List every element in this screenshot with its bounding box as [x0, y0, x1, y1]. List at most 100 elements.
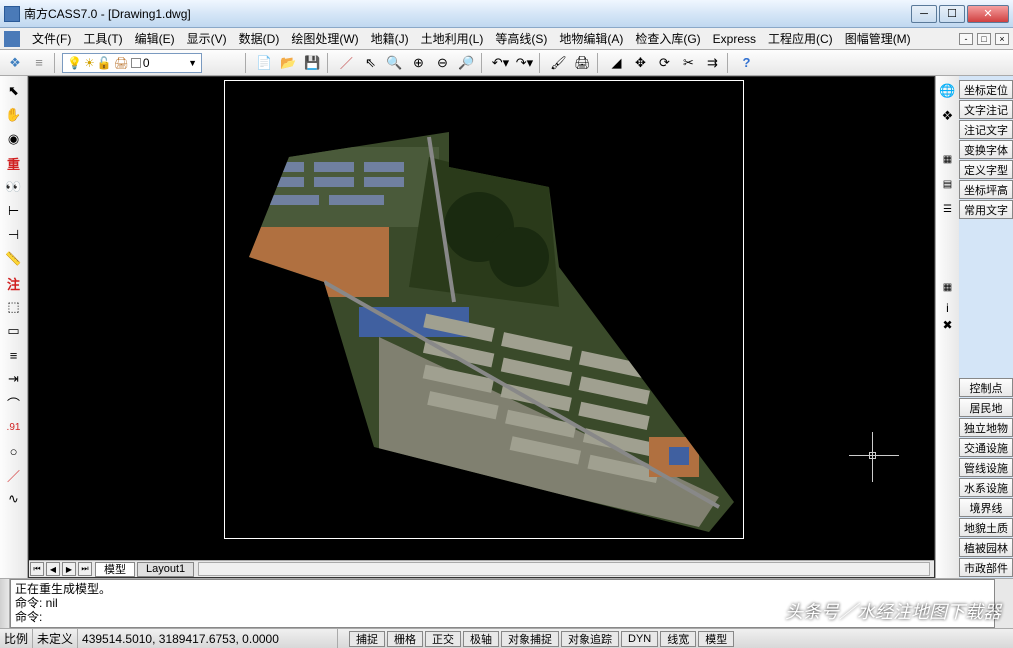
snap-end-icon[interactable]: ⊣ — [3, 224, 25, 246]
menu-engineering[interactable]: 工程应用(C) — [762, 28, 839, 49]
line-icon[interactable]: ／ — [335, 52, 357, 74]
h-scrollbar[interactable] — [198, 562, 930, 576]
layers-icon[interactable]: ❖ — [4, 52, 26, 74]
info-icon[interactable]: i — [946, 301, 949, 315]
pan-icon[interactable]: ✋ — [3, 104, 25, 126]
tab-first[interactable]: ⏮ — [30, 562, 44, 576]
status-dyn[interactable]: DYN — [621, 631, 658, 647]
layers2-icon[interactable]: ❖ — [937, 105, 959, 127]
panel-municipal[interactable]: 市政部件 — [959, 558, 1013, 577]
snap-mid-icon[interactable]: ⊢ — [3, 200, 25, 222]
print-icon[interactable]: 🖨 — [571, 52, 593, 74]
menu-draw[interactable]: 绘图处理(W) — [285, 28, 364, 49]
mdi-close[interactable]: × — [995, 33, 1009, 45]
pointer-icon[interactable]: ⬉ — [3, 80, 25, 102]
menu-feature-edit[interactable]: 地物编辑(A) — [553, 28, 629, 49]
status-model[interactable]: 模型 — [698, 631, 734, 647]
new-icon[interactable]: 📄 — [253, 52, 275, 74]
status-osnap[interactable]: 对象捕捉 — [501, 631, 559, 647]
close-button[interactable]: ✕ — [967, 5, 1009, 23]
drawing-canvas[interactable]: ⏮ ◀ ▶ ⏭ 模型 Layout1 — [28, 76, 935, 578]
menu-data[interactable]: 数据(D) — [233, 28, 286, 49]
spline-icon[interactable]: ∿ — [3, 488, 25, 510]
panel-boundary[interactable]: 境界线 — [959, 498, 1013, 517]
status-lwt[interactable]: 线宽 — [660, 631, 696, 647]
panel-common-text[interactable]: 常用文字 — [959, 200, 1013, 219]
trim-icon[interactable]: ✂ — [677, 52, 699, 74]
palette-icon[interactable]: ▦ — [937, 148, 959, 170]
panel-coord-elev[interactable]: 坐标坪高 — [959, 180, 1013, 199]
panel-annot-text[interactable]: 注记文字 — [959, 120, 1013, 139]
menu-express[interactable]: Express — [707, 30, 762, 48]
orbit-icon[interactable]: ◉ — [3, 128, 25, 150]
status-grid[interactable]: 栅格 — [387, 631, 423, 647]
panel-vegetation[interactable]: 植被园林 — [959, 538, 1013, 557]
open-icon[interactable]: 📂 — [277, 52, 299, 74]
lineweight-icon[interactable]: ☰ — [937, 198, 959, 220]
panel-define-font[interactable]: 定义字型 — [959, 160, 1013, 179]
cmd-scrollbar[interactable] — [995, 579, 1013, 628]
panel-coord-locate[interactable]: 坐标定位 — [959, 80, 1013, 99]
menu-check[interactable]: 检查入库(G) — [629, 28, 706, 49]
layer-dropdown[interactable]: 💡 ☀ 🔓 🖨 0 ▼ — [62, 53, 202, 73]
menu-contour[interactable]: 等高线(S) — [489, 28, 553, 49]
panel-traffic[interactable]: 交通设施 — [959, 438, 1013, 457]
tab-layout1[interactable]: Layout1 — [137, 562, 194, 577]
measure-icon[interactable]: 📏 — [3, 248, 25, 270]
tab-model[interactable]: 模型 — [95, 562, 135, 577]
panel-residential[interactable]: 居民地 — [959, 398, 1013, 417]
minimize-button[interactable]: ─ — [911, 5, 937, 23]
help-icon[interactable]: ? — [735, 52, 757, 74]
panel-water[interactable]: 水系设施 — [959, 478, 1013, 497]
annotation-icon[interactable]: 注 — [3, 272, 25, 294]
zoom-in-icon[interactable]: ⊕ — [407, 52, 429, 74]
tab-next[interactable]: ▶ — [62, 562, 76, 576]
zoom-window-icon[interactable]: 🔎 — [455, 52, 477, 74]
tab-prev[interactable]: ◀ — [46, 562, 60, 576]
binoculars-icon[interactable]: 👀 — [3, 176, 25, 198]
menu-landuse[interactable]: 土地利用(L) — [415, 28, 490, 49]
elev-icon[interactable]: .91 — [3, 416, 25, 438]
delete-icon[interactable]: ✖ — [942, 318, 952, 332]
zoom-extents-icon[interactable]: 🔍 — [383, 52, 405, 74]
panel-independent[interactable]: 独立地物 — [959, 418, 1013, 437]
circle-icon[interactable]: ○ — [3, 440, 25, 462]
rotate-icon[interactable]: ⟳ — [653, 52, 675, 74]
mdi-restore[interactable]: □ — [977, 33, 991, 45]
menu-sheet[interactable]: 图幅管理(M) — [839, 28, 917, 49]
move-icon[interactable]: ✥ — [629, 52, 651, 74]
rect-icon[interactable]: ▭ — [3, 320, 25, 342]
menu-file[interactable]: 文件(F) — [26, 28, 77, 49]
status-ortho[interactable]: 正交 — [425, 631, 461, 647]
panel-terrain[interactable]: 地貌土质 — [959, 518, 1013, 537]
menu-edit[interactable]: 编辑(E) — [129, 28, 181, 49]
mdi-minimize[interactable]: - — [959, 33, 973, 45]
extend-icon[interactable]: ⇥ — [3, 368, 25, 390]
status-polar[interactable]: 极轴 — [463, 631, 499, 647]
grid-icon[interactable]: ▦ — [937, 276, 959, 298]
panel-pipeline[interactable]: 管线设施 — [959, 458, 1013, 477]
menu-view[interactable]: 显示(V) — [181, 28, 233, 49]
polyline-icon[interactable]: ⬚ — [3, 296, 25, 318]
save-icon[interactable]: 💾 — [301, 52, 323, 74]
status-otrack[interactable]: 对象追踪 — [561, 631, 619, 647]
redo-icon[interactable]: ↷▾ — [513, 52, 535, 74]
panel-change-font[interactable]: 变换字体 — [959, 140, 1013, 159]
panel-text-annot[interactable]: 文字注记 — [959, 100, 1013, 119]
cmd-grip[interactable] — [0, 579, 10, 628]
tab-last[interactable]: ⏭ — [78, 562, 92, 576]
select-icon[interactable]: ⇖ — [359, 52, 381, 74]
menu-tools[interactable]: 工具(T) — [77, 28, 128, 49]
arc-icon[interactable]: ／ — [3, 464, 25, 486]
undo-icon[interactable]: ↶▾ — [489, 52, 511, 74]
status-snap[interactable]: 捕捉 — [349, 631, 385, 647]
panel-control-point[interactable]: 控制点 — [959, 378, 1013, 397]
match-icon[interactable]: 🖌 — [547, 52, 569, 74]
zoom-out-icon[interactable]: ⊖ — [431, 52, 453, 74]
fillet-icon[interactable]: ⌒ — [3, 392, 25, 414]
offset-icon[interactable]: ⇉ — [701, 52, 723, 74]
maximize-button[interactable]: ☐ — [939, 5, 965, 23]
menu-cadastre[interactable]: 地籍(J) — [365, 28, 415, 49]
layer-props-icon[interactable]: ≡ — [28, 52, 50, 74]
linetype-icon[interactable]: ▤ — [937, 173, 959, 195]
